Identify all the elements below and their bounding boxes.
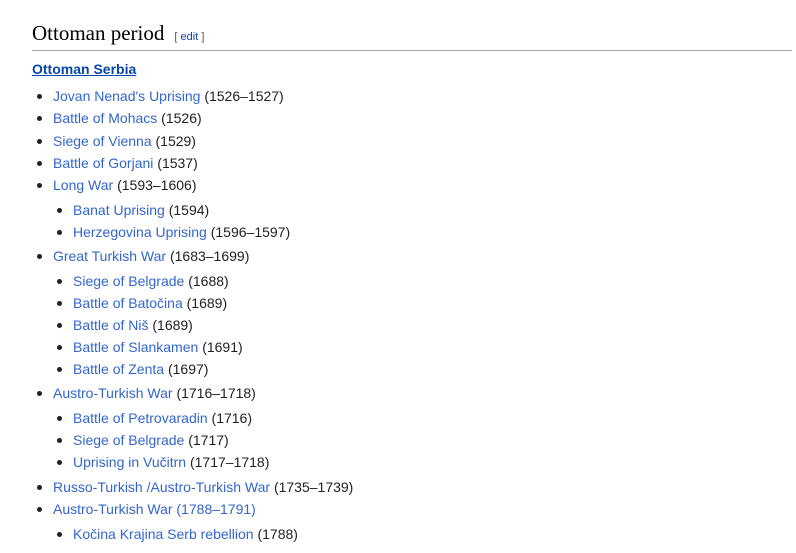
- list-item: Battle of Petrovaradin (1716): [32, 407, 792, 429]
- link-uprising-in-vucitrn[interactable]: Uprising in Vučitrn: [73, 454, 186, 470]
- bullet-icon: [37, 138, 42, 144]
- bullet-icon: [37, 484, 42, 490]
- edit-bracket-close: ]: [201, 31, 205, 43]
- link-austro-turkish-war[interactable]: Austro-Turkish War: [53, 385, 173, 401]
- bullet-icon: [57, 301, 62, 307]
- item-dates: (1689): [152, 317, 193, 334]
- link-banat-uprising[interactable]: Banat Uprising: [73, 202, 165, 218]
- bullet-icon: [37, 94, 42, 99]
- link-battle-of-slankamen[interactable]: Battle of Slankamen: [73, 339, 198, 355]
- link-battle-of-gorjani[interactable]: Battle of Gorjani: [53, 155, 153, 171]
- list-item: Battle of Gorjani (1537): [32, 152, 792, 174]
- link-austro-turkish-war-1788-1791[interactable]: Austro-Turkish War (1788–1791): [53, 501, 256, 517]
- link-herzegovina-uprising[interactable]: Herzegovina Uprising: [73, 224, 207, 240]
- item-dates: (1716–1718): [176, 385, 256, 402]
- item-dates: (1788): [257, 525, 298, 542]
- article-content: Ottoman period [ edit ] Ottoman Serbia J…: [32, 0, 792, 553]
- edit-link[interactable]: edit: [181, 31, 199, 43]
- list-item: Battle of Zenta (1697): [32, 358, 792, 380]
- link-battle-of-nis[interactable]: Battle of Niš: [73, 317, 148, 333]
- link-russo-turkish-austro-turkish-war[interactable]: Russo-Turkish /Austro-Turkish War: [53, 479, 270, 495]
- item-dates: (1537): [157, 154, 198, 171]
- edit-bracket-open: [: [174, 31, 178, 43]
- sub-list: Kočina Krajina Serb rebellion (1788): [32, 523, 792, 545]
- bullet-icon: [57, 438, 62, 444]
- bullet-icon: [57, 345, 62, 351]
- bullet-icon: [37, 391, 42, 397]
- item-dates: (1688): [188, 272, 229, 289]
- item-dates: (1697): [167, 361, 209, 378]
- list-item: Great Turkish War (1683–1699): [32, 245, 792, 267]
- list-item: Battle of Slankamen (1691): [32, 336, 792, 358]
- sub-list: Banat Uprising (1594) Herzegovina Uprisin…: [32, 199, 792, 243]
- item-dates: (1593–1606): [117, 177, 197, 194]
- item-dates: (1683–1699): [169, 248, 250, 265]
- item-dates: (1717): [188, 432, 229, 449]
- sub-list: Siege of Belgrade (1688) Battle of Batoči…: [32, 270, 792, 380]
- bullet-icon: [57, 230, 62, 236]
- link-battle-of-mohacs[interactable]: Battle of Mohacs: [53, 110, 157, 126]
- list-item: Battle of Mohacs (1526): [32, 107, 792, 129]
- bullet-icon: [37, 506, 42, 512]
- bullet-icon: [57, 367, 62, 373]
- item-dates: (1717–1718): [189, 454, 270, 471]
- item-dates: (1526): [161, 110, 202, 127]
- edit-section: [ edit ]: [174, 30, 204, 44]
- link-siege-of-belgrade[interactable]: Siege of Belgrade: [73, 273, 184, 289]
- list-item: Banat Uprising (1594): [32, 199, 792, 221]
- link-siege-of-vienna[interactable]: Siege of Vienna: [53, 133, 152, 149]
- sub-list: Battle of Petrovaradin (1716) Siege of Be…: [32, 407, 792, 473]
- list-item: Austro-Turkish War (1788–1791): [32, 498, 792, 520]
- bullet-icon: [57, 416, 62, 422]
- item-dates: (1735–1739): [273, 478, 354, 495]
- conflict-list: Jovan Nenad's Uprising (1526–1527) Battle…: [32, 85, 792, 553]
- item-dates: (1529): [155, 132, 196, 149]
- item-dates: (1596–1597): [210, 224, 291, 241]
- item-dates: (1691): [202, 339, 243, 356]
- bullet-icon: [37, 254, 42, 260]
- link-kocina-krajina-serb-rebellion[interactable]: Kočina Krajina Serb rebellion: [73, 526, 254, 542]
- link-great-turkish-war[interactable]: Great Turkish War: [53, 248, 166, 264]
- list-item: Battle of Batočina (1689): [32, 292, 792, 314]
- item-dates: (1716): [211, 410, 252, 427]
- link-battle-of-petrovaradin[interactable]: Battle of Petrovaradin: [73, 410, 208, 426]
- section-title: Ottoman period: [32, 21, 165, 45]
- bullet-icon: [57, 278, 62, 284]
- list-item: Austro-Turkish War (1716–1718): [32, 382, 792, 404]
- list-item: Kočina Krajina Serb rebellion (1788): [32, 523, 792, 545]
- list-item: Long War (1593–1606): [32, 174, 792, 196]
- bullet-icon: [57, 323, 62, 329]
- list-item: Siege of Vienna (1529): [32, 130, 792, 152]
- link-long-war[interactable]: Long War: [53, 177, 113, 193]
- list-item: Uprising in Vučitrn (1717–1718): [32, 451, 792, 473]
- list-item: Herzegovina Uprising (1596–1597): [32, 221, 792, 243]
- list-item: Russo-Turkish /Austro-Turkish War (1735–…: [32, 476, 792, 498]
- bullet-icon: [37, 160, 42, 166]
- bullet-icon: [57, 460, 62, 466]
- link-battle-of-batocina[interactable]: Battle of Batočina: [73, 295, 183, 311]
- link-siege-of-belgrade[interactable]: Siege of Belgrade: [73, 432, 184, 448]
- list-item: Siege of Belgrade (1688): [32, 270, 792, 292]
- section-heading: Ottoman period [ edit ]: [32, 0, 792, 51]
- bullet-icon: [57, 531, 62, 537]
- bullet-icon: [57, 207, 62, 213]
- link-battle-of-zenta[interactable]: Battle of Zenta: [73, 361, 164, 377]
- item-dates: (1689): [186, 295, 228, 312]
- item-dates: (1594): [168, 201, 210, 218]
- link-jovan-nenad-s-uprising[interactable]: Jovan Nenad's Uprising: [53, 88, 200, 104]
- list-item: Siege of Belgrade (1717): [32, 429, 792, 451]
- main-article-hatnote: Ottoman Serbia: [32, 58, 792, 80]
- item-dates: (1526–1527): [204, 88, 284, 104]
- list-item: Battle of Niš (1689): [32, 314, 792, 336]
- bullet-icon: [37, 183, 42, 189]
- list-item: Slaughter of the Knezes (1804): [32, 547, 792, 553]
- list-item: Jovan Nenad's Uprising (1526–1527): [32, 85, 792, 107]
- main-article-link[interactable]: Ottoman Serbia: [32, 61, 136, 77]
- bullet-icon: [37, 116, 42, 122]
